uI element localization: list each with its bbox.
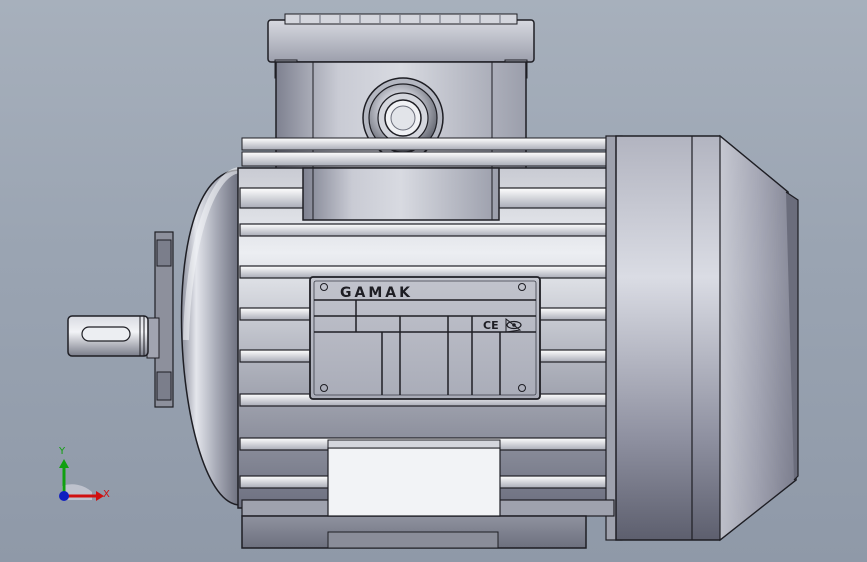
x-axis-label: X	[103, 489, 110, 500]
top-fins	[241, 137, 615, 167]
y-axis-label: Y	[58, 446, 66, 457]
y-axis-arrow	[59, 459, 69, 468]
terminal-box-base	[302, 167, 500, 221]
nameplate-brand: GAMAK	[340, 285, 413, 301]
fan-cover	[615, 134, 799, 542]
drive-end-shield	[180, 167, 241, 506]
shaft-flange	[146, 231, 174, 408]
ce-mark: CE	[483, 319, 499, 332]
motor-3d-view[interactable]: GAMAK CE X Y	[0, 0, 867, 562]
nameplate: GAMAK CE	[309, 276, 541, 400]
coordinate-triad[interactable]: X Y	[58, 446, 110, 501]
output-shaft	[67, 315, 149, 357]
z-axis	[59, 491, 69, 501]
3d-model-viewport[interactable]: GAMAK CE X Y	[0, 0, 867, 562]
